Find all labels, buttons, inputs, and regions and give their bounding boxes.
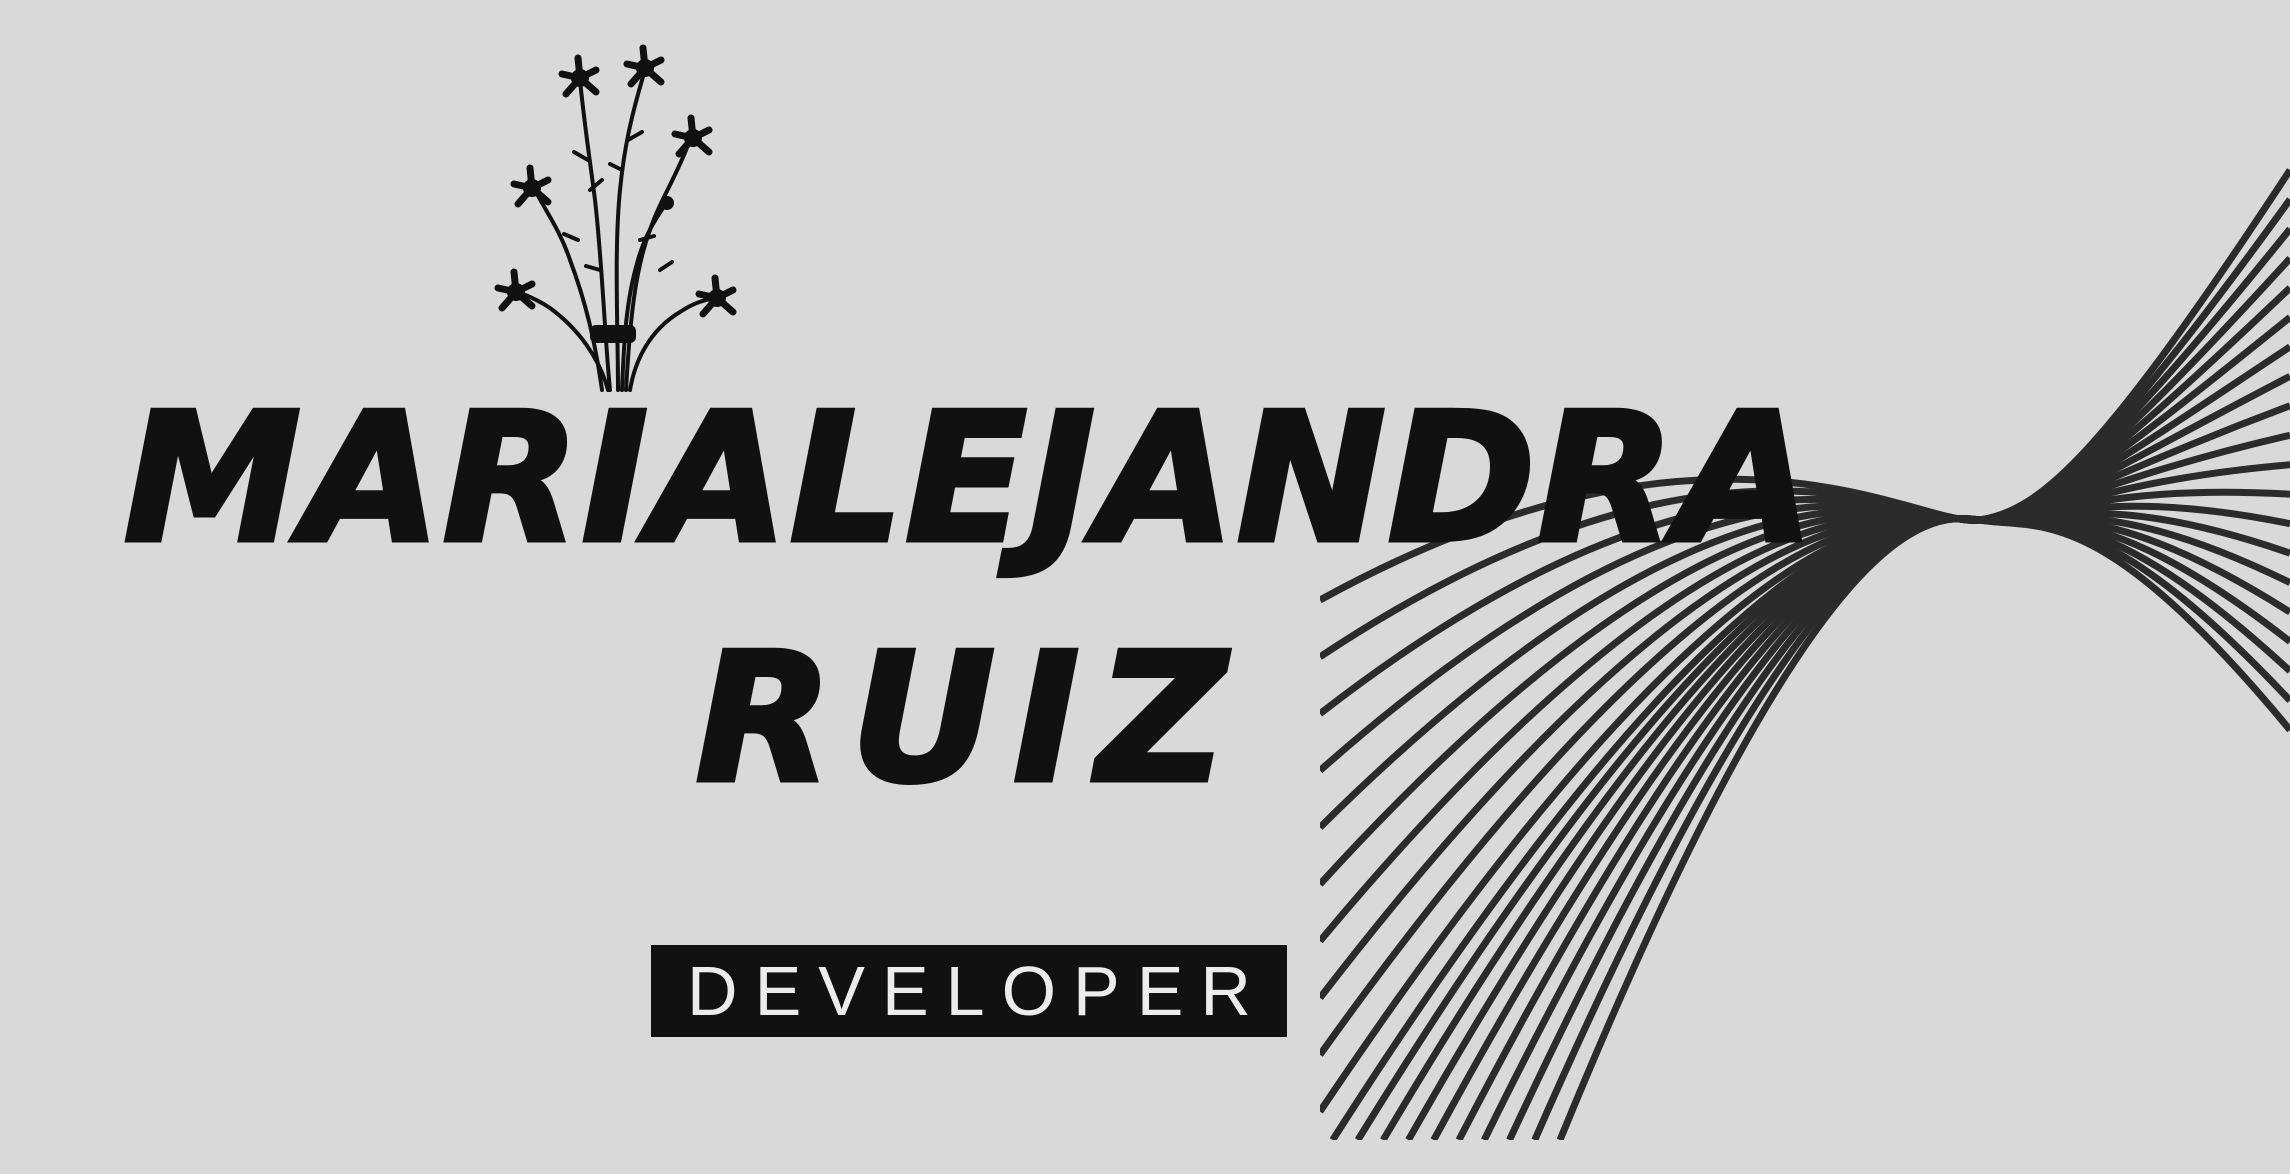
- name-first: MARIALEJANDRA: [121, 375, 1817, 582]
- wave-line: [1430, 513, 2290, 1140]
- role-label: DEVELOPER: [687, 952, 1268, 1030]
- wave-line: [1481, 515, 2290, 1140]
- flower-bouquet-icon: [494, 44, 737, 392]
- name-last: RUIZ: [693, 615, 1245, 822]
- role-badge: DEVELOPER: [651, 945, 1287, 1037]
- banner: MARIALEJANDRA RUIZ DEVELOPER: [0, 0, 2290, 1174]
